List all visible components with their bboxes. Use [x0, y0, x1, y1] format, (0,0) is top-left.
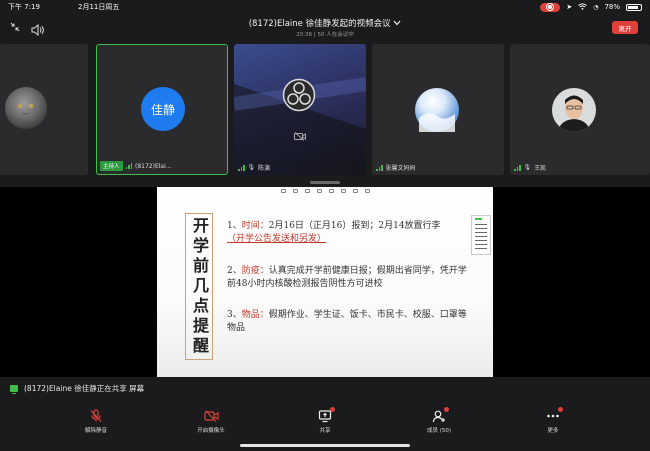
toolbar-icon: [352, 189, 358, 193]
share-notice: (8172)Elaine 徐佳静正在共享 屏幕: [10, 383, 144, 394]
meeting-header: (8172)Elaine 徐佳静发起的视频会议 20:36 | 50 人在会议中…: [0, 14, 650, 44]
mic-icon: 🎙: [247, 164, 256, 171]
battery-icon: [626, 3, 642, 11]
notification-dot: [444, 407, 449, 412]
signal-icon: [376, 164, 383, 171]
screen-share-icon: [10, 385, 18, 394]
participant-tile[interactable]: 张馨文妈妈: [372, 44, 504, 175]
toolbar-icon: [328, 189, 334, 193]
participant-tile-host[interactable]: 佳静 主持人 (8172)Elai...: [96, 44, 228, 175]
person-photo-icon: [558, 95, 590, 132]
status-time: 下午 7:19: [8, 3, 40, 11]
signal-icon: [514, 164, 521, 171]
mic-icon: 🎙: [523, 164, 532, 171]
leave-button[interactable]: 离开: [612, 21, 638, 34]
host-badge: 主持人: [100, 161, 123, 171]
start-video-button[interactable]: 开启摄像头: [181, 409, 241, 434]
participant-tile[interactable]: 🎙 王凯: [510, 44, 650, 175]
participant-name: 🎙 王凯: [514, 163, 546, 172]
participant-tile[interactable]: 🎙 陈演: [234, 44, 366, 175]
alarm-icon: ◔: [593, 3, 599, 11]
camera-off-icon: [294, 126, 306, 145]
meeting-title[interactable]: (8172)Elaine 徐佳静发起的视频会议: [0, 17, 650, 29]
avatar: [552, 88, 596, 132]
toolbar-icon: [292, 189, 298, 193]
wifi-icon: [578, 2, 588, 12]
toolbar-icon: [316, 189, 322, 193]
notification-dot: [558, 407, 563, 412]
participant-name: 🎙 陈演: [238, 163, 270, 172]
cat-face-icon: [17, 103, 34, 115]
obs-logo-icon: [282, 78, 316, 116]
participants-button[interactable]: 成员 (50): [409, 407, 469, 434]
avatar: 佳静: [141, 87, 185, 131]
shared-screen[interactable]: 开学前几点提醒 1、时间：2月16日（正月16）报到；2月14放置行李 （开学公…: [0, 187, 650, 377]
participant-tile[interactable]: [0, 44, 88, 175]
slide-point-1: 1、时间：2月16日（正月16）报到；2月14放置行李 （开学公告发送和另发）: [227, 221, 441, 244]
slide-point-2: 2、防疫：认真完成开学前健康日报；假期出省同学，凭开学前48小时内核酸检测报告阴…: [227, 266, 467, 289]
signal-icon: [125, 163, 133, 169]
meeting-toolbar: 解除静音 开启摄像头 共享 成员 (50) 更多: [0, 405, 650, 445]
more-button[interactable]: 更多: [523, 407, 583, 434]
participant-name: 主持人 (8172)Elai...: [100, 161, 172, 171]
gallery-drag-handle[interactable]: [310, 181, 340, 184]
slide-link: （开学公告发送和另发）: [227, 234, 327, 244]
mic-muted-icon: [90, 409, 102, 422]
home-indicator[interactable]: [240, 444, 410, 447]
status-bar: 下午 7:19 2月11日周五 ➤ ◔ 78%: [0, 0, 650, 14]
slide-toolbar: [157, 187, 493, 195]
camera-off-icon: [203, 410, 219, 422]
presentation-slide: 开学前几点提醒 1、时间：2月16日（正月16）报到；2月14放置行李 （开学公…: [157, 187, 493, 377]
status-date: 2月11日周五: [78, 3, 120, 11]
slide-point-3: 3、物品：假期作业、学生证、饭卡、市民卡、校服、口罩等物品: [227, 310, 467, 333]
sky-photo-icon: [419, 113, 455, 132]
notification-dot: [330, 407, 335, 412]
chevron-down-icon: [393, 19, 401, 29]
share-button[interactable]: 共享: [295, 407, 355, 434]
toolbar-icon: [304, 189, 310, 193]
toolbar-icon: [280, 189, 286, 193]
avatar: [5, 87, 47, 129]
location-icon: ➤: [566, 3, 573, 11]
signal-icon: [238, 164, 245, 171]
toolbar-icon: [340, 189, 346, 193]
participant-gallery: 佳静 主持人 (8172)Elai... 🎙 陈演 张馨文妈妈 🎙 王凯: [0, 44, 650, 176]
unmute-button[interactable]: 解除静音: [66, 409, 126, 434]
recording-indicator-icon: [540, 2, 561, 12]
slide-thumbnail: [471, 215, 491, 255]
slide-vertical-title: 开学前几点提醒: [185, 213, 213, 360]
battery-percent: 78%: [604, 3, 620, 11]
participant-name: 张馨文妈妈: [376, 163, 416, 172]
toolbar-icon: [364, 189, 370, 193]
avatar: [415, 88, 459, 132]
meeting-duration-count: 20:36 | 50 人在会议中: [296, 32, 354, 38]
